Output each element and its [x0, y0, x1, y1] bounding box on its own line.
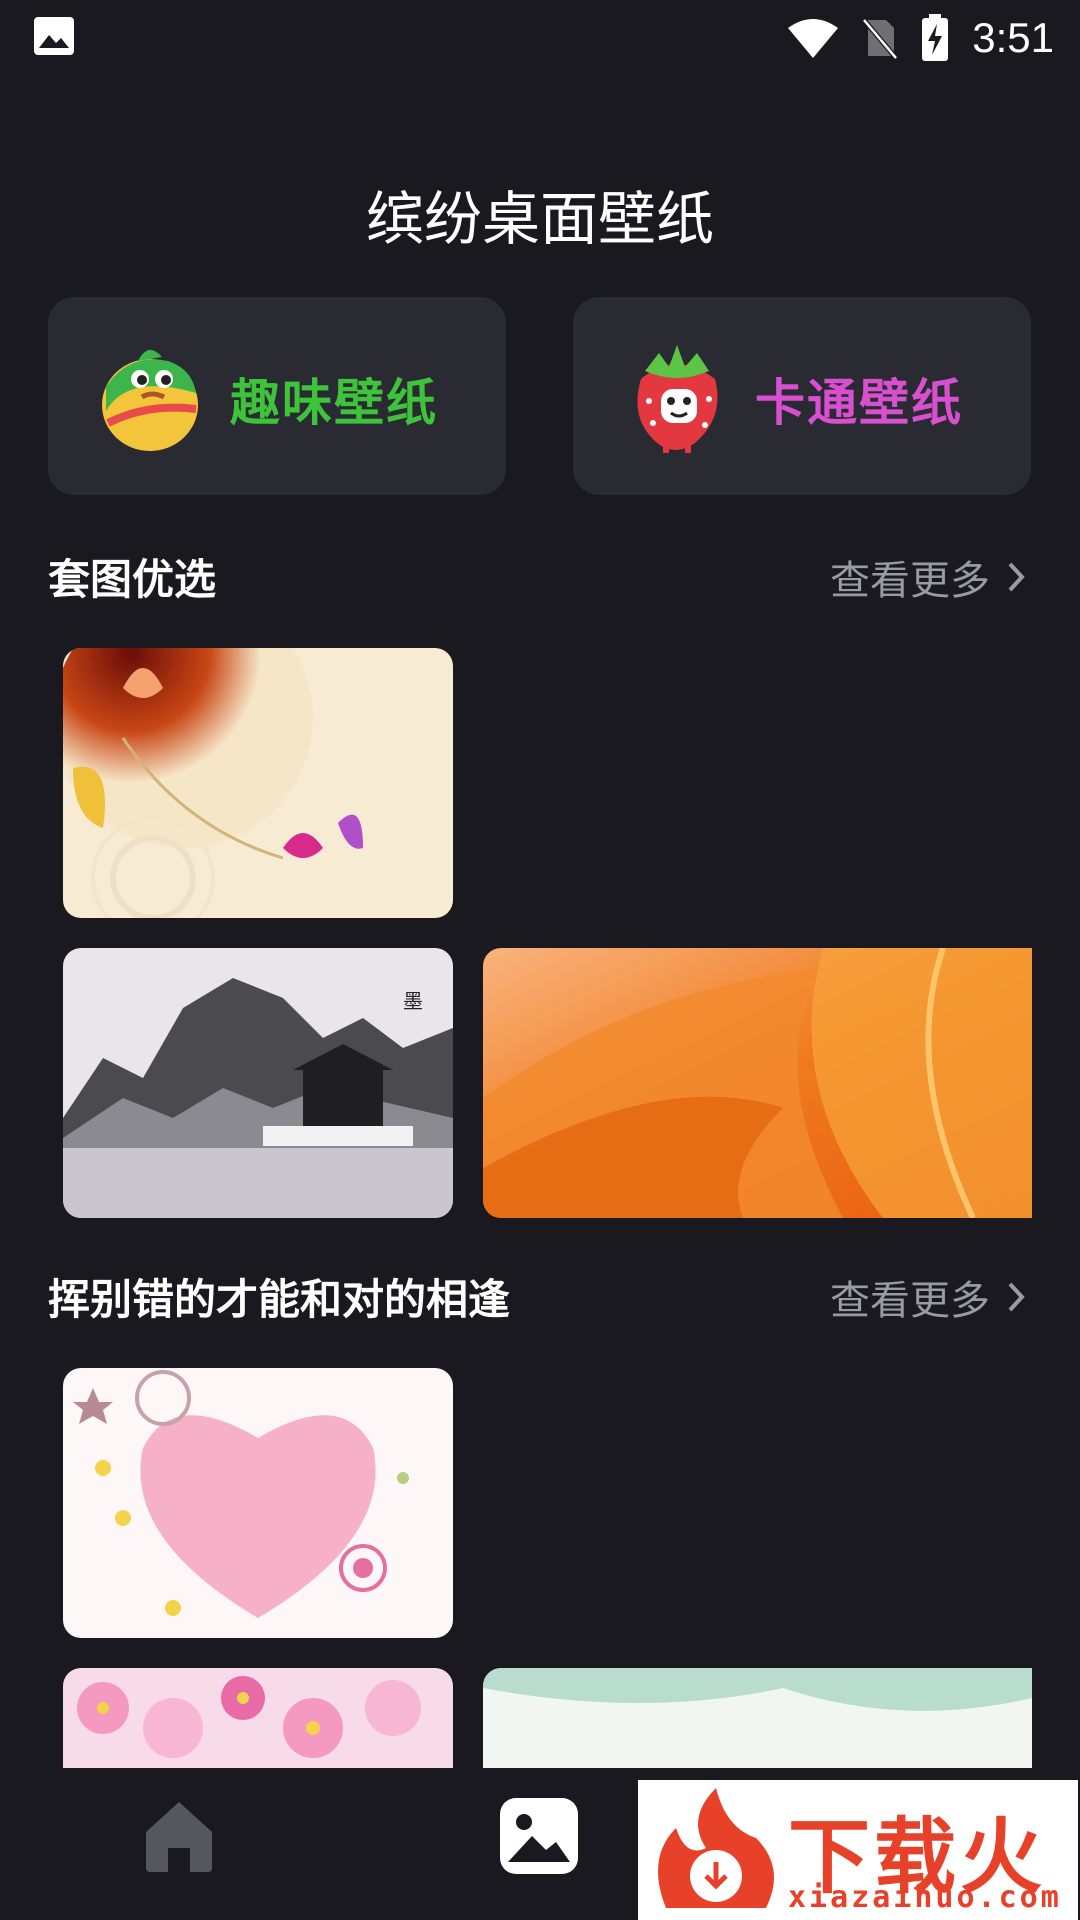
melon-mascot-icon [102, 349, 198, 451]
wallpaper-thumb[interactable] [483, 1668, 1032, 1768]
view-more-label: 查看更多 [830, 558, 990, 604]
wallpaper-thumb[interactable]: 墨 [63, 948, 453, 1218]
chevron-right-icon [1008, 1282, 1025, 1312]
watermark-url: xiazaihuo.com [788, 1880, 1062, 1915]
wallpaper-image [63, 648, 453, 918]
wallpaper-icon[interactable] [498, 1796, 580, 1876]
view-more-button[interactable]: 查看更多 [830, 1268, 1030, 1326]
category-card-fun[interactable]: 趣味壁纸 [48, 297, 506, 495]
view-more-label: 查看更多 [830, 1278, 990, 1324]
wallpaper-image [63, 1368, 453, 1638]
wallpaper-image [63, 1668, 453, 1768]
page-title: 缤纷桌面壁纸 [365, 185, 714, 253]
wallpaper-thumb[interactable] [63, 1668, 453, 1768]
watermark-banner: 下载火 xiazaihuo.com [638, 1780, 1078, 1920]
wallpaper-thumb[interactable] [63, 1368, 453, 1638]
wifi-icon [788, 19, 839, 58]
battery-charging-icon [922, 14, 949, 61]
wallpaper-image: 墨 [63, 948, 453, 1218]
section-title-featured: 套图优选 [48, 555, 217, 604]
view-more-button[interactable]: 查看更多 [830, 548, 1030, 606]
strawberry-mascot-icon [637, 345, 718, 453]
wallpaper-image [483, 948, 1032, 1218]
section-title-collection: 挥别错的才能和对的相逢 [48, 1275, 511, 1324]
category-label: 卡通壁纸 [755, 374, 963, 432]
no-sim-icon [862, 18, 899, 60]
flame-logo-icon [658, 1788, 774, 1908]
calligraphy-decoration: 墨 [403, 989, 423, 1013]
wallpaper-thumb[interactable] [63, 648, 453, 918]
status-bar: 3:51 [0, 0, 1080, 76]
category-label: 趣味壁纸 [230, 374, 438, 432]
status-time: 3:51 [972, 14, 1054, 61]
chevron-right-icon [1008, 562, 1025, 592]
wallpaper-image [483, 1668, 1032, 1768]
home-icon[interactable] [140, 1798, 218, 1874]
category-card-cartoon[interactable]: 卡通壁纸 [573, 297, 1031, 495]
wallpaper-thumb[interactable] [483, 948, 1032, 1218]
gallery-icon [34, 17, 74, 55]
